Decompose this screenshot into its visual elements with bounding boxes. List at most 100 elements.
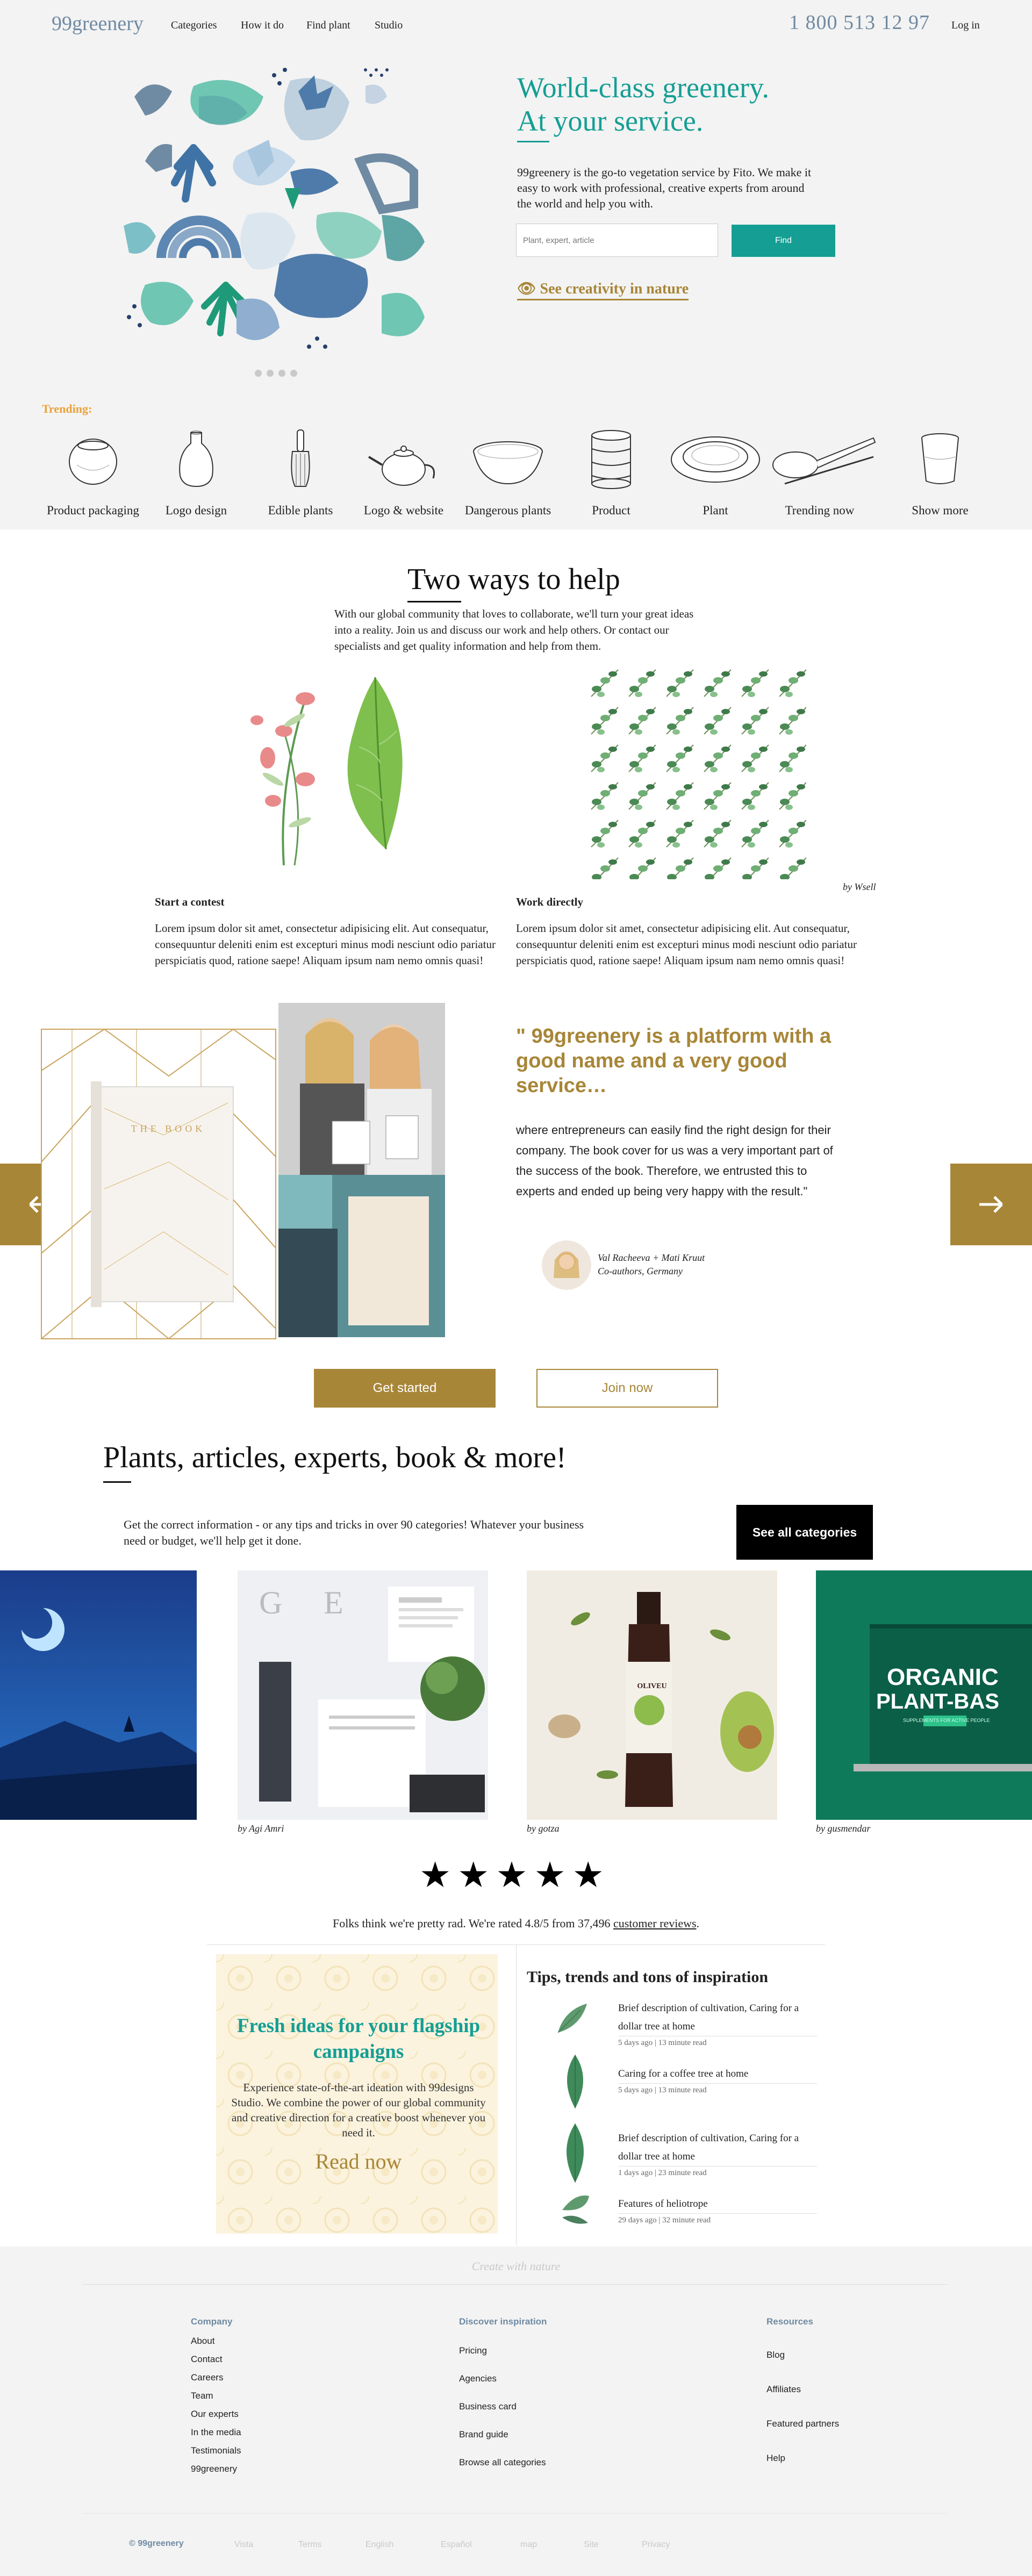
trend-item-logo-website[interactable]: Logo & website <box>353 427 455 524</box>
footer-link-browse-categories[interactable]: Browse all categories <box>459 2457 546 2468</box>
footer-link-contact[interactable]: Contact <box>191 2354 223 2365</box>
nav-studio[interactable]: Studio <box>375 19 403 32</box>
bottle-label: OLIVEU <box>637 1682 667 1690</box>
two-ways-title: Two ways to help <box>407 563 620 596</box>
footer-link-99greenery[interactable]: 99greenery <box>191 2464 237 2474</box>
trend-item-plant[interactable]: Plant <box>664 427 766 524</box>
footer-bottom-link[interactable]: Terms <box>298 2540 322 2550</box>
eucalyptus-pattern <box>586 664 806 879</box>
footer-bottom-link[interactable]: Privacy <box>642 2540 670 2550</box>
card-night-landscape[interactable] <box>0 1570 197 1820</box>
footer-link-our-experts[interactable]: Our experts <box>191 2409 239 2420</box>
card-credit: by gotza <box>527 1823 560 1834</box>
trend-item-trending-now[interactable]: Trending now <box>769 427 876 524</box>
join-now-button[interactable]: Join now <box>536 1369 718 1408</box>
footer-bottom-link[interactable]: Vista <box>234 2540 253 2550</box>
footer-bottom-link[interactable]: map <box>520 2540 537 2550</box>
nav-categories[interactable]: Categories <box>171 19 217 32</box>
quote-title: " 99greenery is a platform with a good n… <box>516 1025 832 1097</box>
card-brand-guide[interactable]: GE <box>238 1570 488 1820</box>
footer-link-pricing[interactable]: Pricing <box>459 2345 487 2356</box>
tip-item[interactable]: Brief description of cultivation, Caring… <box>618 1999 817 2048</box>
login-link[interactable]: Log in <box>951 19 980 32</box>
two-ways-text: With our global community that loves to … <box>334 607 694 652</box>
trend-item-edible-plants[interactable]: Edible plants <box>249 427 352 524</box>
organic-subline: SUPPLEMENTS FOR ACTIVE PEOPLE <box>903 1718 990 1723</box>
footer-copyright: © 99greenery <box>129 2539 184 2548</box>
trend-item-product[interactable]: Product <box>560 427 662 524</box>
trend-item-show-more[interactable]: Show more <box>889 427 991 524</box>
footer-link-team[interactable]: Team <box>191 2391 213 2401</box>
next-arrow-button[interactable] <box>950 1164 1032 1245</box>
footer-link-about[interactable]: About <box>191 2336 214 2347</box>
hero-illustration <box>124 68 425 349</box>
book-geometric-frame <box>41 1028 276 1340</box>
trend-item-product-packaging[interactable]: Product packaging <box>42 427 144 524</box>
tip-item[interactable]: Features of heliotrope 29 days ago | 32 m… <box>618 2195 817 2225</box>
trend-item-dangerous-plants[interactable]: Dangerous plants <box>457 427 559 524</box>
stacked-jar-icon <box>591 430 631 489</box>
wide-bowl-icon <box>473 441 543 485</box>
footer-link-blog[interactable]: Blog <box>766 2350 785 2360</box>
tip-meta: 29 days ago | 32 minute read <box>618 2216 711 2225</box>
footer-link-agencies[interactable]: Agencies <box>459 2373 497 2384</box>
footer-link-business-card[interactable]: Business card <box>459 2401 517 2412</box>
read-now-link[interactable]: Read now <box>226 2149 491 2174</box>
ideas-title: Fresh ideas for your flagship campaigns <box>236 2015 481 2063</box>
nav-how-it-do[interactable]: How it do <box>241 19 284 32</box>
spoon-icon <box>772 437 876 485</box>
tip-title: Caring for a coffee tree at home <box>618 2065 817 2084</box>
leaf-icon <box>567 2123 584 2183</box>
bowl-icon <box>69 439 117 485</box>
trending-label: Trending: <box>42 402 92 415</box>
footer-link-testimonials[interactable]: Testimonials <box>191 2445 241 2456</box>
search-input[interactable]: Plant, expert, article <box>516 224 718 257</box>
divider <box>83 2513 947 2514</box>
hero-title: World-class greenery. At your service. <box>517 71 769 137</box>
footer-link-featured-partners[interactable]: Featured partners <box>766 2419 839 2429</box>
two-ways-underline <box>407 601 461 602</box>
eye-icon: 👁 <box>517 281 540 297</box>
trend-item-logo-design[interactable]: Logo design <box>145 427 247 524</box>
page: 99greenery Categories How it do Find pla… <box>0 0 1032 2576</box>
trend-label: Edible plants <box>268 504 333 517</box>
tip-item[interactable]: Brief description of cultivation, Caring… <box>618 2129 817 2178</box>
see-creativity-link[interactable]: 👁 See creativity in nature <box>517 279 689 300</box>
get-started-button[interactable]: Get started <box>314 1369 496 1408</box>
vase-icon <box>179 430 213 487</box>
start-contest-title: Start a contest <box>155 895 225 908</box>
brand-guide-image: GE <box>238 1570 488 1820</box>
footer-tagline: Create with nature <box>471 2259 561 2273</box>
leaf-icon <box>562 2195 589 2224</box>
card-olive-oil[interactable] <box>527 1570 777 1820</box>
divider <box>516 1944 517 2245</box>
work-directly-text: Lorem ipsum dolor sit amet, consectetur … <box>516 922 857 967</box>
tip-meta: 5 days ago | 13 minute read <box>618 2039 707 2047</box>
footer-link-help[interactable]: Help <box>766 2453 785 2464</box>
footer-discover-title: Discover inspiration <box>459 2316 547 2327</box>
see-all-categories-button[interactable]: See all categories <box>736 1505 873 1560</box>
tip-title: Brief description of cultivation, Caring… <box>618 2129 817 2166</box>
footer-link-affiliates[interactable]: Affiliates <box>766 2384 801 2395</box>
night-landscape-image <box>0 1570 197 1820</box>
footer-link-careers[interactable]: Careers <box>191 2372 223 2383</box>
footer-bottom-link[interactable]: Español <box>441 2540 472 2550</box>
organic-headline-2: PLANT-BAS <box>876 1690 999 1713</box>
site-logo[interactable]: 99greenery <box>52 12 144 35</box>
card-credit: by gusmendar <box>816 1823 871 1834</box>
nav-find-plant[interactable]: Find plant <box>306 19 350 32</box>
footer-bottom-link[interactable]: English <box>366 2540 393 2550</box>
find-button[interactable]: Find <box>732 225 835 257</box>
phone-number[interactable]: 1 800 513 12 97 <box>789 11 930 34</box>
footer-bottom-link[interactable]: Site <box>584 2540 599 2550</box>
footer-link-in-the-media[interactable]: In the media <box>191 2427 241 2438</box>
customer-reviews-link[interactable]: customer reviews <box>613 1917 697 1930</box>
footer-link-brand-guide[interactable]: Brand guide <box>459 2429 508 2440</box>
arrow-right-icon <box>979 1196 1003 1213</box>
hero-title-underline <box>517 141 549 142</box>
quote-text: where entrepreneurs can easily find the … <box>516 1123 833 1198</box>
tip-item[interactable]: Caring for a coffee tree at home 5 days a… <box>618 2065 817 2095</box>
carousel-dots[interactable] <box>255 370 303 378</box>
trend-label: Show more <box>912 504 969 517</box>
cup-icon <box>921 433 959 484</box>
